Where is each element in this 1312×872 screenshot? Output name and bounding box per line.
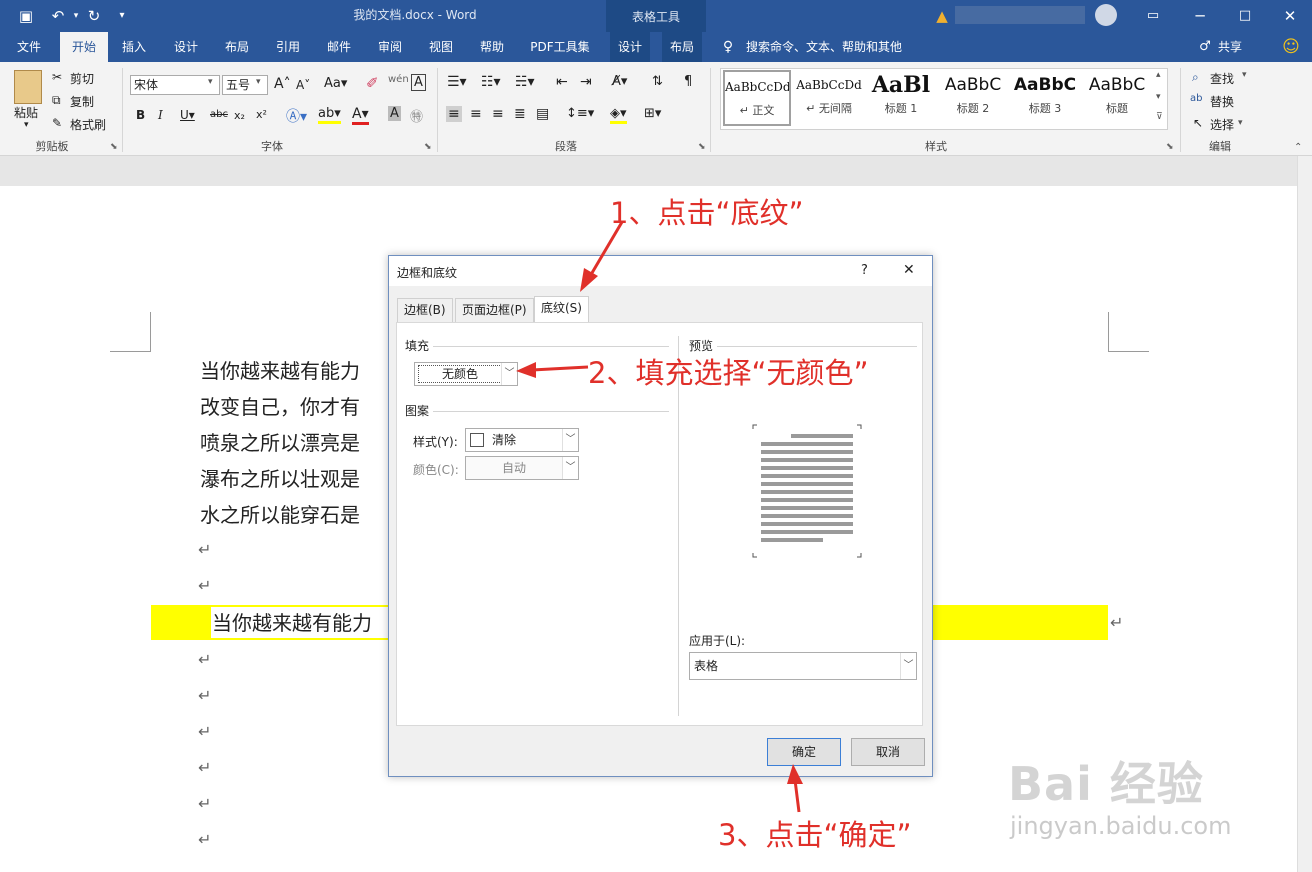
watermark-brand: Bai 经验: [1008, 757, 1204, 811]
watermark-url: jingyan.baidu.com: [1010, 812, 1232, 840]
annotation-arrows: [516, 221, 803, 813]
